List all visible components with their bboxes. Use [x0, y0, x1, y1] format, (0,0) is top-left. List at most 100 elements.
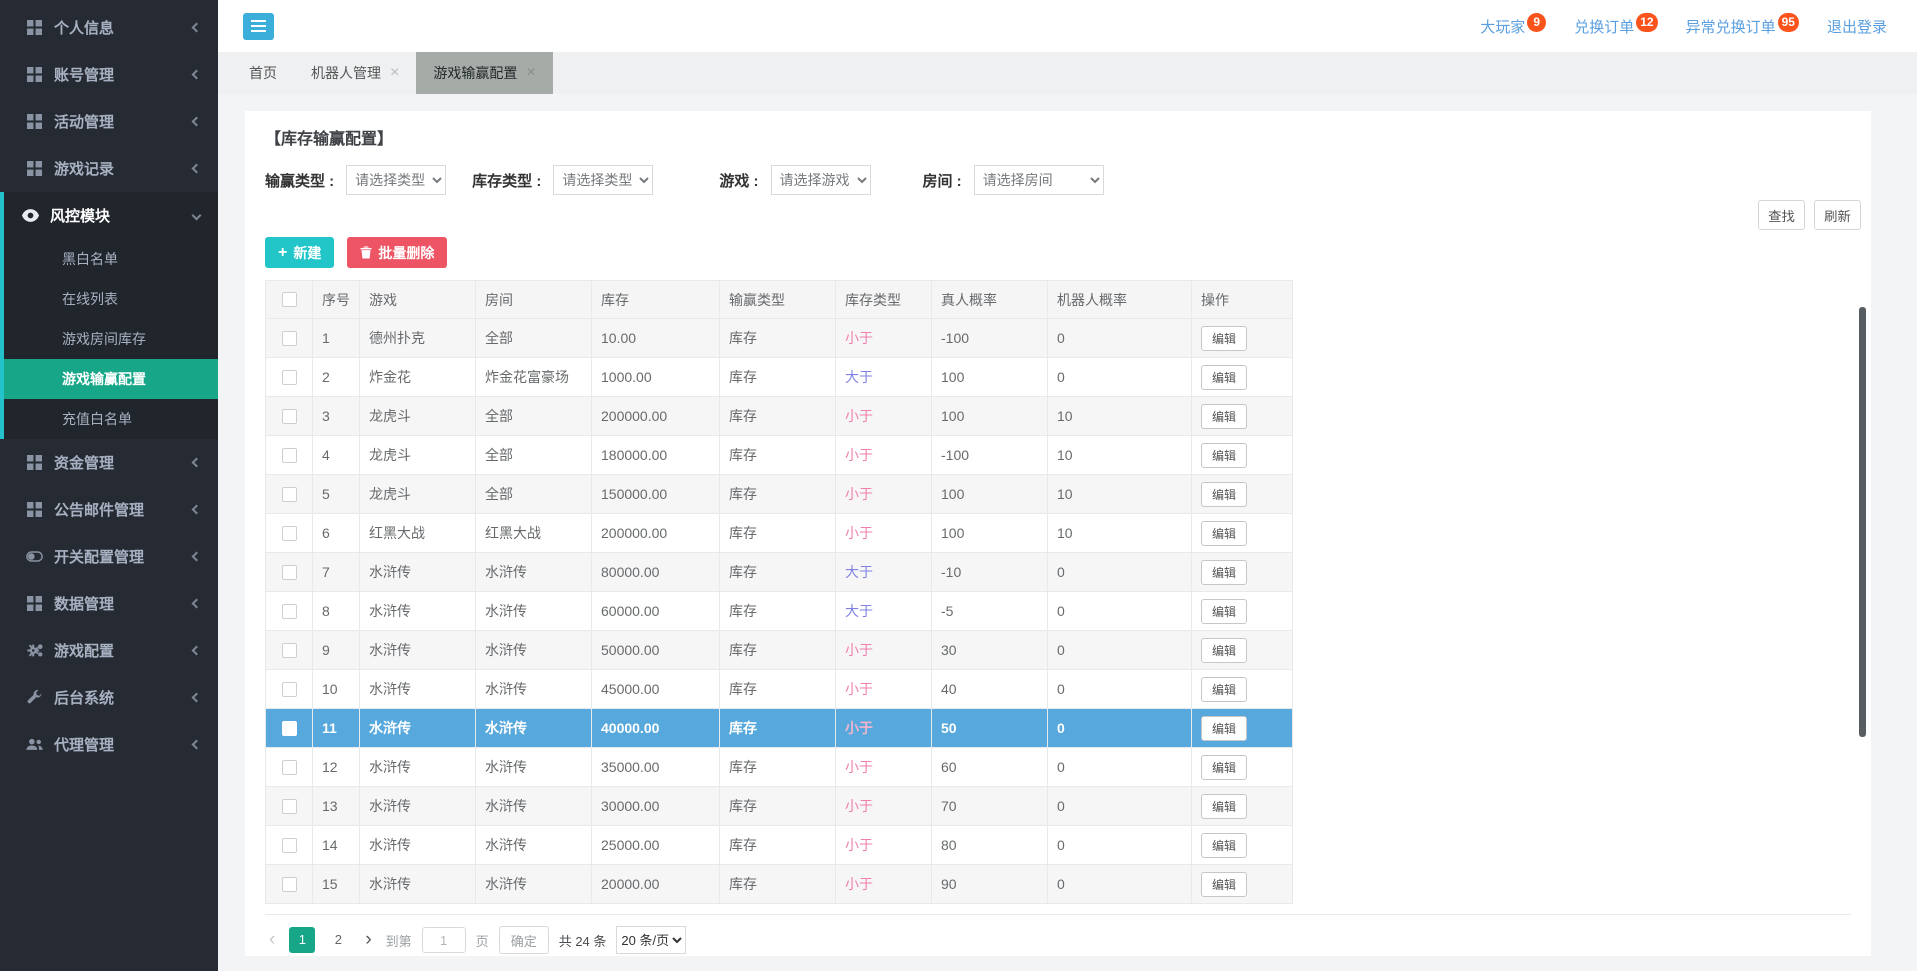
- edit-button[interactable]: 编辑: [1201, 872, 1247, 897]
- confirm-page-button[interactable]: 确定: [499, 926, 549, 954]
- edit-button[interactable]: 编辑: [1201, 716, 1247, 741]
- notification-badge: 9: [1527, 13, 1546, 32]
- search-button[interactable]: 查找: [1758, 200, 1805, 230]
- row-select-cell: [266, 631, 313, 670]
- page-number-input[interactable]: [422, 927, 466, 953]
- sidebar-item-recharge-whitelist[interactable]: 充值白名单: [4, 399, 218, 439]
- page-number-1[interactable]: 1: [289, 927, 315, 953]
- sidebar-item-announcement-mail-mgmt[interactable]: 公告邮件管理: [0, 486, 218, 533]
- row-checkbox[interactable]: [282, 526, 297, 541]
- select-all-checkbox[interactable]: [282, 292, 297, 307]
- row-checkbox[interactable]: [282, 370, 297, 385]
- sidebar-item-black-white-list[interactable]: 黑白名单: [4, 239, 218, 279]
- row-checkbox[interactable]: [282, 331, 297, 346]
- row-checkbox[interactable]: [282, 721, 297, 736]
- edit-button[interactable]: 编辑: [1201, 755, 1247, 780]
- row-checkbox[interactable]: [282, 604, 297, 619]
- edit-button[interactable]: 编辑: [1201, 677, 1247, 702]
- edit-button[interactable]: 编辑: [1201, 521, 1247, 546]
- wrench-icon: [26, 690, 43, 705]
- header-link-big-player[interactable]: 大玩家9: [1480, 16, 1546, 37]
- cell-actions: 编辑: [1192, 826, 1293, 865]
- cell-game: 水浒传: [360, 553, 476, 592]
- close-icon[interactable]: ×: [526, 65, 535, 81]
- sidebar-item-switch-config-mgmt[interactable]: 开关配置管理: [0, 533, 218, 580]
- row-checkbox[interactable]: [282, 448, 297, 463]
- header-link-exchange-orders[interactable]: 兑换订单12: [1574, 16, 1657, 37]
- edit-button[interactable]: 编辑: [1201, 794, 1247, 819]
- sidebar-item-game-config[interactable]: 游戏配置: [0, 627, 218, 674]
- page-size-select[interactable]: 20 条/页: [616, 926, 686, 954]
- edit-button[interactable]: 编辑: [1201, 599, 1247, 624]
- winloss-type-select[interactable]: 请选择类型: [346, 165, 446, 195]
- sidebar-item-activity-mgmt[interactable]: 活动管理: [0, 98, 218, 145]
- row-checkbox[interactable]: [282, 565, 297, 580]
- chevron-left-icon: [192, 117, 202, 127]
- cell-win-type: 库存: [720, 319, 836, 358]
- row-no: 3: [313, 397, 360, 436]
- game-select[interactable]: 请选择游戏: [771, 165, 871, 195]
- column-header: 序号: [313, 281, 360, 319]
- sidebar-item-agent-mgmt[interactable]: 代理管理: [0, 721, 218, 768]
- sidebar-item-data-mgmt[interactable]: 数据管理: [0, 580, 218, 627]
- sidebar-item-risk-control[interactable]: 风控模块: [4, 192, 218, 239]
- edit-button[interactable]: 编辑: [1201, 482, 1247, 507]
- edit-button[interactable]: 编辑: [1201, 365, 1247, 390]
- edit-button[interactable]: 编辑: [1201, 560, 1247, 585]
- table-scrollbar[interactable]: [1859, 307, 1866, 737]
- page-number-2[interactable]: 2: [325, 927, 351, 953]
- cell-game: 龙虎斗: [360, 397, 476, 436]
- cell-stock-type: 小于: [836, 748, 932, 787]
- sidebar-item-game-room-stock[interactable]: 游戏房间库存: [4, 319, 218, 359]
- sidebar-item-online-list[interactable]: 在线列表: [4, 279, 218, 319]
- header-link-logout[interactable]: 退出登录: [1827, 16, 1887, 37]
- cell-stock: 180000.00: [592, 436, 720, 475]
- row-checkbox[interactable]: [282, 682, 297, 697]
- room-select[interactable]: 请选择房间: [974, 165, 1104, 195]
- filter-label-stock-type: 库存类型 :: [472, 170, 541, 191]
- stock-type-select[interactable]: 请选择类型: [553, 165, 653, 195]
- cell-win-type: 库存: [720, 553, 836, 592]
- sidebar-item-label: 公告邮件管理: [54, 499, 144, 520]
- cell-actions: 编辑: [1192, 709, 1293, 748]
- row-checkbox[interactable]: [282, 760, 297, 775]
- edit-button[interactable]: 编辑: [1201, 404, 1247, 429]
- cell-stock: 1000.00: [592, 358, 720, 397]
- sidebar-item-personal-info[interactable]: 个人信息: [0, 4, 218, 51]
- tab-game-winloss-config[interactable]: 游戏输赢配置×: [416, 52, 552, 94]
- row-checkbox[interactable]: [282, 643, 297, 658]
- next-page-icon[interactable]: ›: [361, 929, 375, 951]
- refresh-button[interactable]: 刷新: [1814, 200, 1861, 230]
- row-no: 15: [313, 865, 360, 904]
- cell-robot-prob: 0: [1048, 358, 1192, 397]
- edit-button[interactable]: 编辑: [1201, 833, 1247, 858]
- row-checkbox[interactable]: [282, 409, 297, 424]
- edit-button[interactable]: 编辑: [1201, 638, 1247, 663]
- menu-toggle-button[interactable]: [243, 13, 274, 40]
- sidebar-item-funds-mgmt[interactable]: 资金管理: [0, 439, 218, 486]
- batch-delete-button[interactable]: 批量删除: [347, 237, 447, 268]
- sidebar-item-game-records[interactable]: 游戏记录: [0, 145, 218, 192]
- close-icon[interactable]: ×: [390, 65, 399, 81]
- config-table: 序号游戏房间库存输赢类型库存类型真人概率机器人概率操作 1德州扑克全部10.00…: [265, 280, 1293, 904]
- row-checkbox[interactable]: [282, 487, 297, 502]
- sidebar-item-backend-system[interactable]: 后台系统: [0, 674, 218, 721]
- header-link-abnormal-exchange-orders[interactable]: 异常兑换订单95: [1686, 16, 1799, 37]
- tab-robot-mgmt[interactable]: 机器人管理×: [294, 52, 416, 94]
- header-links: 大玩家9 兑换订单12 异常兑换订单95 退出登录: [1480, 16, 1887, 37]
- cell-real-prob: 100: [932, 514, 1048, 553]
- edit-button[interactable]: 编辑: [1201, 326, 1247, 351]
- new-button[interactable]: + 新建: [265, 237, 334, 268]
- prev-page-icon[interactable]: ‹: [265, 929, 279, 951]
- cell-stock: 20000.00: [592, 865, 720, 904]
- row-checkbox[interactable]: [282, 877, 297, 892]
- sidebar-item-game-winloss-config[interactable]: 游戏输赢配置: [4, 359, 218, 399]
- cell-room: 水浒传: [476, 709, 592, 748]
- tab-home[interactable]: 首页: [232, 52, 294, 94]
- row-checkbox[interactable]: [282, 838, 297, 853]
- cell-game: 德州扑克: [360, 319, 476, 358]
- sidebar-item-account-mgmt[interactable]: 账号管理: [0, 51, 218, 98]
- edit-button[interactable]: 编辑: [1201, 443, 1247, 468]
- row-checkbox[interactable]: [282, 799, 297, 814]
- sidebar-subitem-label: 在线列表: [62, 291, 118, 307]
